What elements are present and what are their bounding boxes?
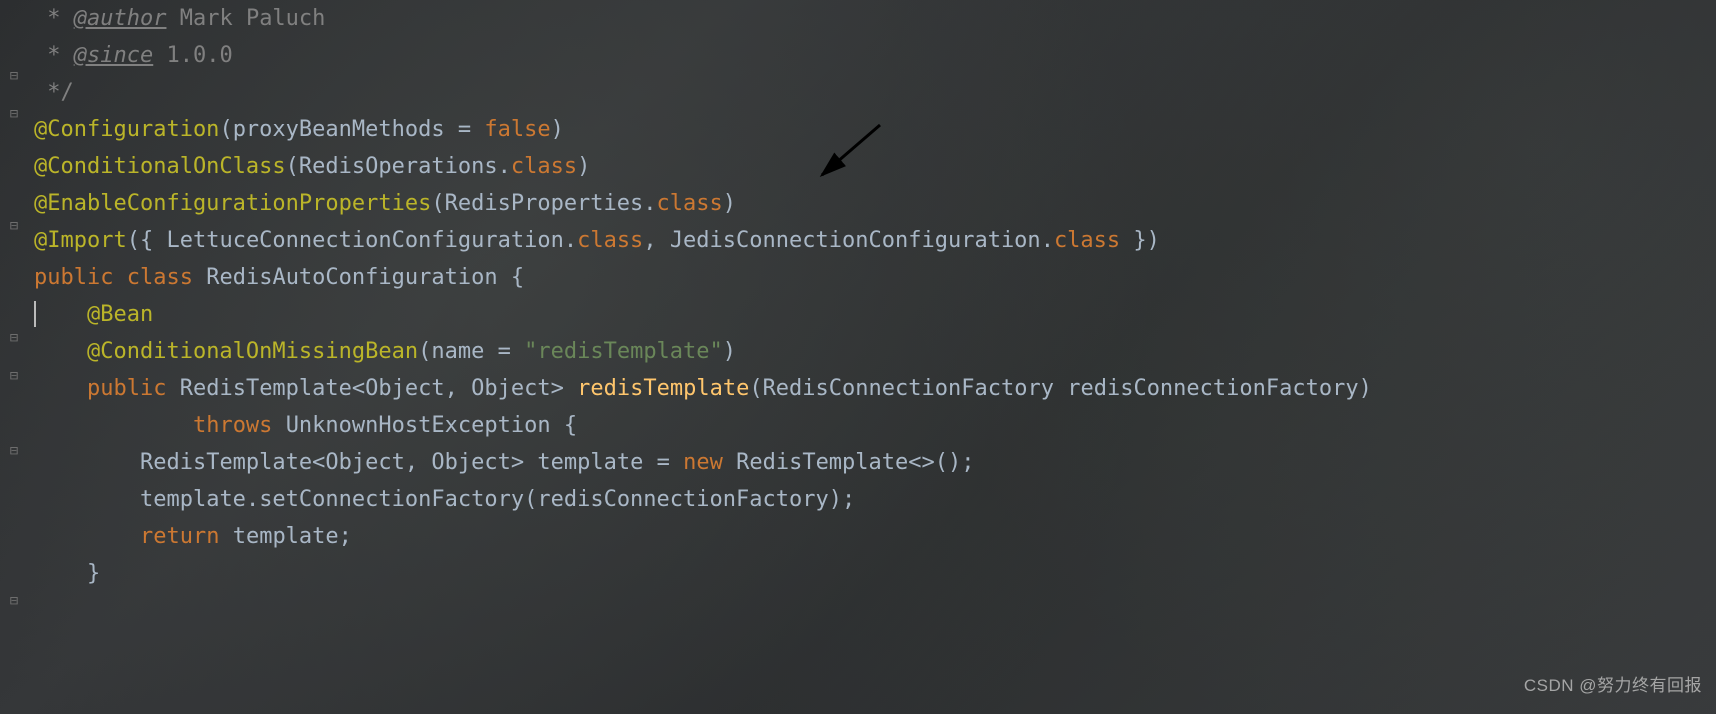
code-line[interactable]: @Import({ LettuceConnectionConfiguration…: [28, 222, 1716, 259]
code-line[interactable]: @EnableConfigurationProperties(RedisProp…: [28, 185, 1716, 222]
code-line[interactable]: public class RedisAutoConfiguration {: [28, 259, 1716, 296]
fold-marker-icon[interactable]: ⊟: [8, 70, 20, 82]
code-line[interactable]: template.setConnectionFactory(redisConne…: [28, 481, 1716, 518]
fold-marker-icon[interactable]: ⊟: [8, 332, 20, 344]
fold-marker-icon[interactable]: ⊟: [8, 108, 20, 120]
code-line[interactable]: @ConditionalOnMissingBean(name = "redisT…: [28, 333, 1716, 370]
code-line[interactable]: @Configuration(proxyBeanMethods = false): [28, 111, 1716, 148]
code-editor[interactable]: ⊟ ⊟ ⊟ ⊟ ⊟ ⊟ ⊟ * @author Mark Paluch * @s…: [0, 0, 1716, 592]
fold-marker-icon[interactable]: ⊟: [8, 445, 20, 457]
code-line[interactable]: throws UnknownHostException {: [28, 407, 1716, 444]
code-line[interactable]: }: [28, 555, 1716, 592]
code-line[interactable]: RedisTemplate<Object, Object> template =…: [28, 444, 1716, 481]
watermark-text: CSDN @努力终有回报: [1524, 667, 1702, 704]
code-line[interactable]: return template;: [28, 518, 1716, 555]
fold-marker-icon[interactable]: ⊟: [8, 370, 20, 382]
code-line[interactable]: * @author Mark Paluch: [28, 0, 1716, 37]
code-line[interactable]: * @since 1.0.0: [28, 37, 1716, 74]
code-line[interactable]: public RedisTemplate<Object, Object> red…: [28, 370, 1716, 407]
code-line[interactable]: @Bean: [28, 296, 1716, 333]
fold-marker-icon[interactable]: ⊟: [8, 220, 20, 232]
code-line[interactable]: @ConditionalOnClass(RedisOperations.clas…: [28, 148, 1716, 185]
code-line[interactable]: */: [28, 74, 1716, 111]
fold-gutter: ⊟ ⊟ ⊟ ⊟ ⊟ ⊟ ⊟: [0, 0, 28, 592]
fold-marker-icon[interactable]: ⊟: [8, 595, 20, 607]
